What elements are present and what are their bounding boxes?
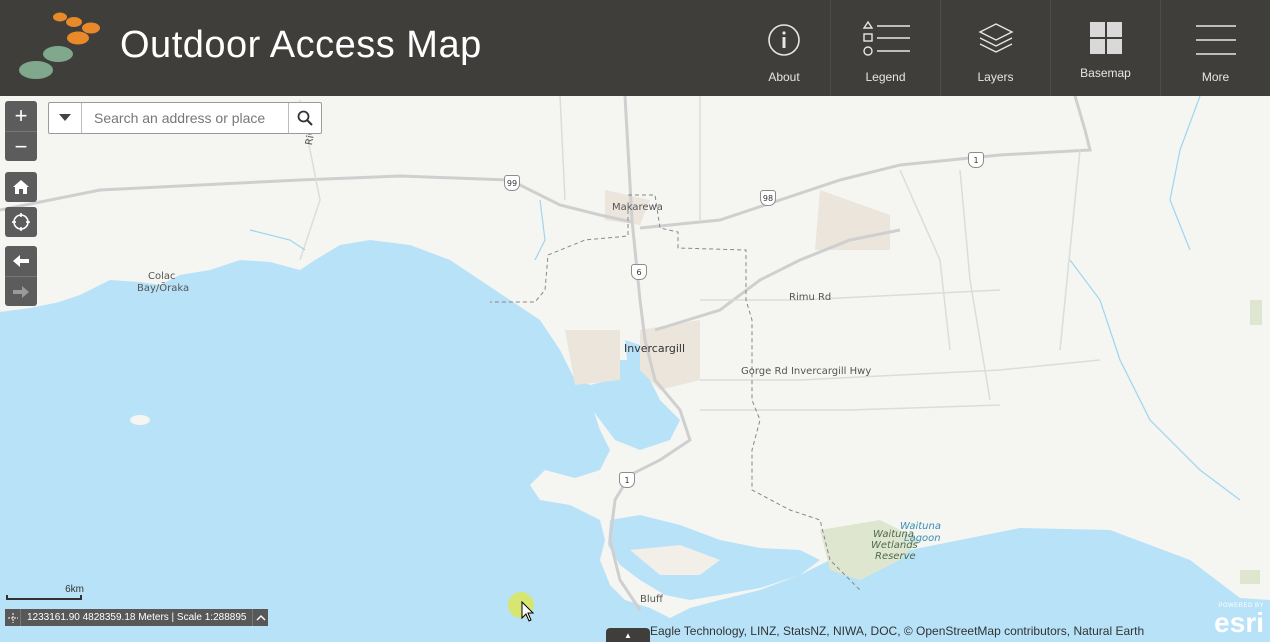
coordinate-expand-button[interactable] [252, 609, 268, 626]
coordinate-text: 1233161.90 4828359.18 Meters | Scale 1:2… [27, 612, 247, 623]
coordinate-display: 1233161.90 4828359.18 Meters | Scale 1:2… [5, 609, 269, 626]
basemap-button[interactable]: Basemap [1050, 0, 1160, 96]
home-button[interactable] [5, 172, 37, 202]
search-button[interactable] [288, 103, 321, 133]
more-label: More [1201, 70, 1230, 84]
crosshair-icon [7, 612, 18, 623]
map-label-rimu-rd: Rimu Rd [789, 292, 832, 303]
search-source-dropdown[interactable] [49, 103, 82, 133]
route-shield-99: 99 [504, 175, 520, 191]
back-button[interactable] [5, 246, 37, 276]
coordinate-pin-button[interactable] [5, 609, 21, 626]
locate-control [5, 207, 37, 237]
map-label-bluff: Bluff [640, 594, 663, 605]
map-label-wetlands-2: Wetlands [871, 540, 918, 551]
esri-logo: POWERED BY esri [1204, 603, 1264, 639]
caret-down-icon [59, 114, 71, 121]
map-label-gorge-rd: Gorge Rd Invercargill Hwy [741, 366, 872, 377]
more-button[interactable]: More [1160, 0, 1270, 96]
attribution-toggle[interactable]: ▲ [606, 628, 650, 642]
zoom-controls: + − [5, 101, 37, 161]
basemap-tiles [0, 96, 1270, 642]
route-shield-98: 98 [760, 190, 776, 206]
home-control [5, 172, 37, 202]
scale-bar-label: 6km [65, 584, 84, 595]
zoom-in-button[interactable]: + [5, 101, 37, 131]
search-box [48, 102, 322, 134]
app-logo [19, 12, 100, 79]
locate-icon [12, 213, 30, 231]
scale-bar-line [6, 595, 82, 600]
arrow-right-icon [13, 285, 29, 298]
app-title: Outdoor Access Map [120, 24, 482, 66]
search-input[interactable] [82, 103, 288, 133]
history-controls [5, 246, 37, 306]
route-shield-1-south: 1 [619, 472, 635, 488]
map-label-invercargill: Invercargill [624, 342, 686, 355]
toolbar: About Legend Layers Basemap More [738, 0, 1270, 96]
basemap-label: Basemap [1080, 66, 1131, 80]
mouse-cursor-icon [521, 601, 535, 622]
esri-brand: esri [1214, 607, 1264, 638]
app-header: Outdoor Access Map About Legend Layers B… [0, 0, 1270, 96]
hamburger-menu-icon [1195, 25, 1236, 55]
info-icon [768, 24, 800, 56]
locate-button[interactable] [5, 207, 37, 237]
arrow-left-icon [13, 255, 29, 267]
home-icon [13, 180, 29, 194]
map-label-colac-1: Colac [148, 271, 176, 282]
map-label-colac-2: Bay/Ōraka [137, 283, 190, 294]
map-label-wetlands-1: Waituna [873, 529, 914, 540]
layers-label: Layers [977, 70, 1014, 84]
map-label-wetlands-3: Reserve [875, 551, 916, 562]
chevron-up-icon [256, 614, 266, 620]
scale-bar: 6km [6, 584, 84, 602]
legend-button[interactable]: Legend [830, 0, 940, 96]
forward-button[interactable] [5, 276, 37, 306]
search-icon [297, 110, 313, 126]
map-label-makarewa: Makarewa [612, 202, 663, 213]
about-label: About [768, 70, 800, 84]
basemap-grid-icon [1089, 22, 1122, 54]
layers-icon [977, 23, 1014, 53]
about-button[interactable]: About [738, 0, 830, 96]
route-shield-6: 6 [631, 264, 647, 280]
map-view[interactable] [0, 96, 1270, 642]
legend-label: Legend [865, 70, 906, 84]
layers-button[interactable]: Layers [940, 0, 1050, 96]
legend-icon [862, 20, 910, 56]
route-shield-1-north: 1 [968, 152, 984, 168]
zoom-out-button[interactable]: − [5, 131, 37, 161]
attribution-text: Eagle Technology, LINZ, StatsNZ, NIWA, D… [650, 624, 1145, 638]
